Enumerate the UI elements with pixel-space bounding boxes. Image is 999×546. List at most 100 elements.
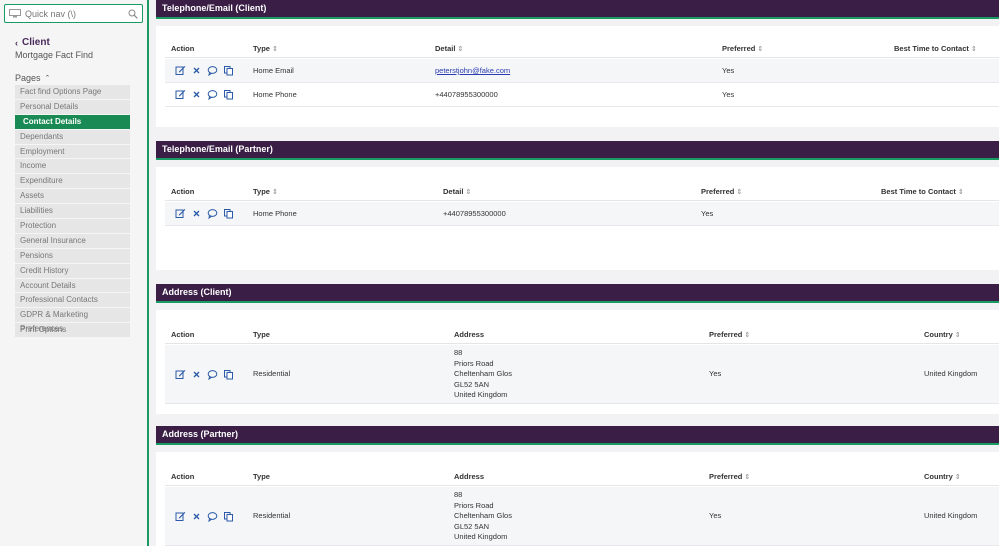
section-header-addr-client: Address (Client) [156,284,999,303]
cell-type: Home Phone [253,90,297,99]
address-line: 88 [454,348,463,357]
comment-icon[interactable] [207,511,218,522]
col-country[interactable]: Country ⇕ [924,467,961,487]
sidebar-item[interactable]: Protection [15,219,130,234]
comment-icon[interactable] [207,369,218,380]
quick-nav[interactable] [4,4,143,23]
close-icon[interactable] [191,65,202,76]
table-header: Action Type Address Preferred ⇕ Country ⇕ [165,467,999,486]
address-line: 88 [454,490,463,499]
cell-address: 88 Priors Road Cheltenham Glos GL52 5AN … [454,490,512,543]
quick-nav-input[interactable] [25,8,125,19]
client-back-link[interactable]: ‹ Client [15,37,50,48]
sidebar-item[interactable]: Employment [15,144,130,160]
sidebar-item[interactable]: Dependants [15,129,130,145]
page-nav-list: Fact find Options Page Personal Details Co… [15,85,130,339]
table-header: Action Type ⇕ Detail ⇕ Preferred ⇕ Best Tim… [165,39,999,58]
copy-icon[interactable] [223,369,234,380]
panel-tel-client: Action Type ⇕ Detail ⇕ Preferred ⇕ Best Tim… [156,26,999,127]
sort-icon: ⇕ [957,189,964,196]
sidebar-item[interactable]: Income [15,159,130,175]
close-icon[interactable] [191,511,202,522]
cell-type: Residential [253,511,291,520]
sort-icon: ⇕ [457,46,464,53]
address-line: GL52 5AN [454,379,490,389]
close-icon[interactable] [191,369,202,380]
pages-toggle[interactable]: Pages ⌃ [15,73,50,83]
col-preferred[interactable]: Preferred ⇕ [709,467,750,487]
address-line: United Kingdom [454,390,508,399]
cell-type: Home Phone [253,209,297,218]
edit-icon[interactable] [175,208,186,219]
col-best-time[interactable]: Best Time to Contact ⇕ [881,182,964,202]
sidebar-divider [147,0,149,546]
col-type[interactable]: Type ⇕ [253,182,278,202]
sidebar-item[interactable]: GDPR & Marketing Preferences [15,308,130,333]
row-actions [175,511,234,522]
table-row: Home Email peterstjohn@fake.com Yes [165,59,999,83]
col-detail[interactable]: Detail ⇕ [443,182,471,202]
col-type[interactable]: Type ⇕ [253,39,278,59]
col-preferred[interactable]: Preferred ⇕ [722,39,763,59]
client-label: Client [22,37,50,48]
cell-preferred: Yes [722,66,735,75]
main-content: Telephone/Email (Client) Action Type ⇕ De… [156,0,999,546]
sidebar-item[interactable]: General Insurance [15,233,130,249]
sidebar-item[interactable]: Print Options [15,323,130,339]
cell-detail: +44078955300000 [443,209,506,218]
sidebar-item[interactable]: Fact find Options Page [15,85,130,100]
col-address: Address [454,472,485,481]
copy-icon[interactable] [223,208,234,219]
sidebar: ‹ Client Mortgage Fact Find Pages ⌃ Fact… [0,0,147,546]
col-address: Address [454,330,485,339]
comment-icon[interactable] [207,65,218,76]
sidebar-item[interactable]: Liabilities [15,204,130,220]
cell-detail: +44078955300000 [435,90,498,99]
fact-find-subtitle: Mortgage Fact Find [15,50,94,60]
table-row: Home Phone +44078955300000 Yes [165,202,999,226]
col-best-time[interactable]: Best Time to Contact ⇕ [894,39,977,59]
close-icon[interactable] [191,208,202,219]
sort-icon: ⇕ [465,189,472,196]
col-preferred[interactable]: Preferred ⇕ [709,325,750,345]
monitor-icon [9,9,21,18]
edit-icon[interactable] [175,89,186,100]
table-row: Residential 88 Priors Road Cheltenham Gl… [165,487,999,546]
copy-icon[interactable] [223,65,234,76]
comment-icon[interactable] [207,208,218,219]
edit-icon[interactable] [175,369,186,380]
address-line: Cheltenham Glos [454,369,512,378]
panel-tel-partner: Action Type ⇕ Detail ⇕ Preferred ⇕ Best Tim… [156,167,999,270]
copy-icon[interactable] [223,89,234,100]
cell-address: 88 Priors Road Cheltenham Glos GL52 5AN … [454,348,512,401]
edit-icon[interactable] [175,65,186,76]
sort-icon: ⇕ [744,474,751,481]
section-header-tel-partner: Telephone/Email (Partner) [156,141,999,160]
comment-icon[interactable] [207,89,218,100]
sidebar-item[interactable]: Credit History [15,263,130,279]
sort-icon: ⇕ [757,46,764,53]
email-link[interactable]: peterstjohn@fake.com [435,66,510,75]
address-line: GL52 5AN [454,521,490,531]
col-detail[interactable]: Detail ⇕ [435,39,463,59]
address-line: Cheltenham Glos [454,511,512,520]
sidebar-item[interactable]: Assets [15,189,130,205]
panel-addr-client: Action Type Address Preferred ⇕ Country ⇕ … [156,310,999,414]
sort-icon: ⇕ [271,46,278,53]
copy-icon[interactable] [223,511,234,522]
row-actions [175,65,234,76]
sidebar-item[interactable]: Professional Contacts [15,293,130,309]
col-preferred[interactable]: Preferred ⇕ [701,182,742,202]
sidebar-item[interactable]: Account Details [15,278,130,294]
table-row: Home Phone +44078955300000 Yes [165,83,999,107]
edit-icon[interactable] [175,511,186,522]
close-icon[interactable] [191,89,202,100]
row-actions [175,369,234,380]
sidebar-item[interactable]: Personal Details [15,99,130,115]
sidebar-item[interactable]: Contact Details [15,114,130,130]
sidebar-item[interactable]: Pensions [15,248,130,264]
table-header: Action Type Address Preferred ⇕ Country ⇕ [165,325,999,344]
search-icon[interactable] [128,9,138,19]
col-country[interactable]: Country ⇕ [924,325,961,345]
sidebar-item[interactable]: Expenditure [15,174,130,190]
